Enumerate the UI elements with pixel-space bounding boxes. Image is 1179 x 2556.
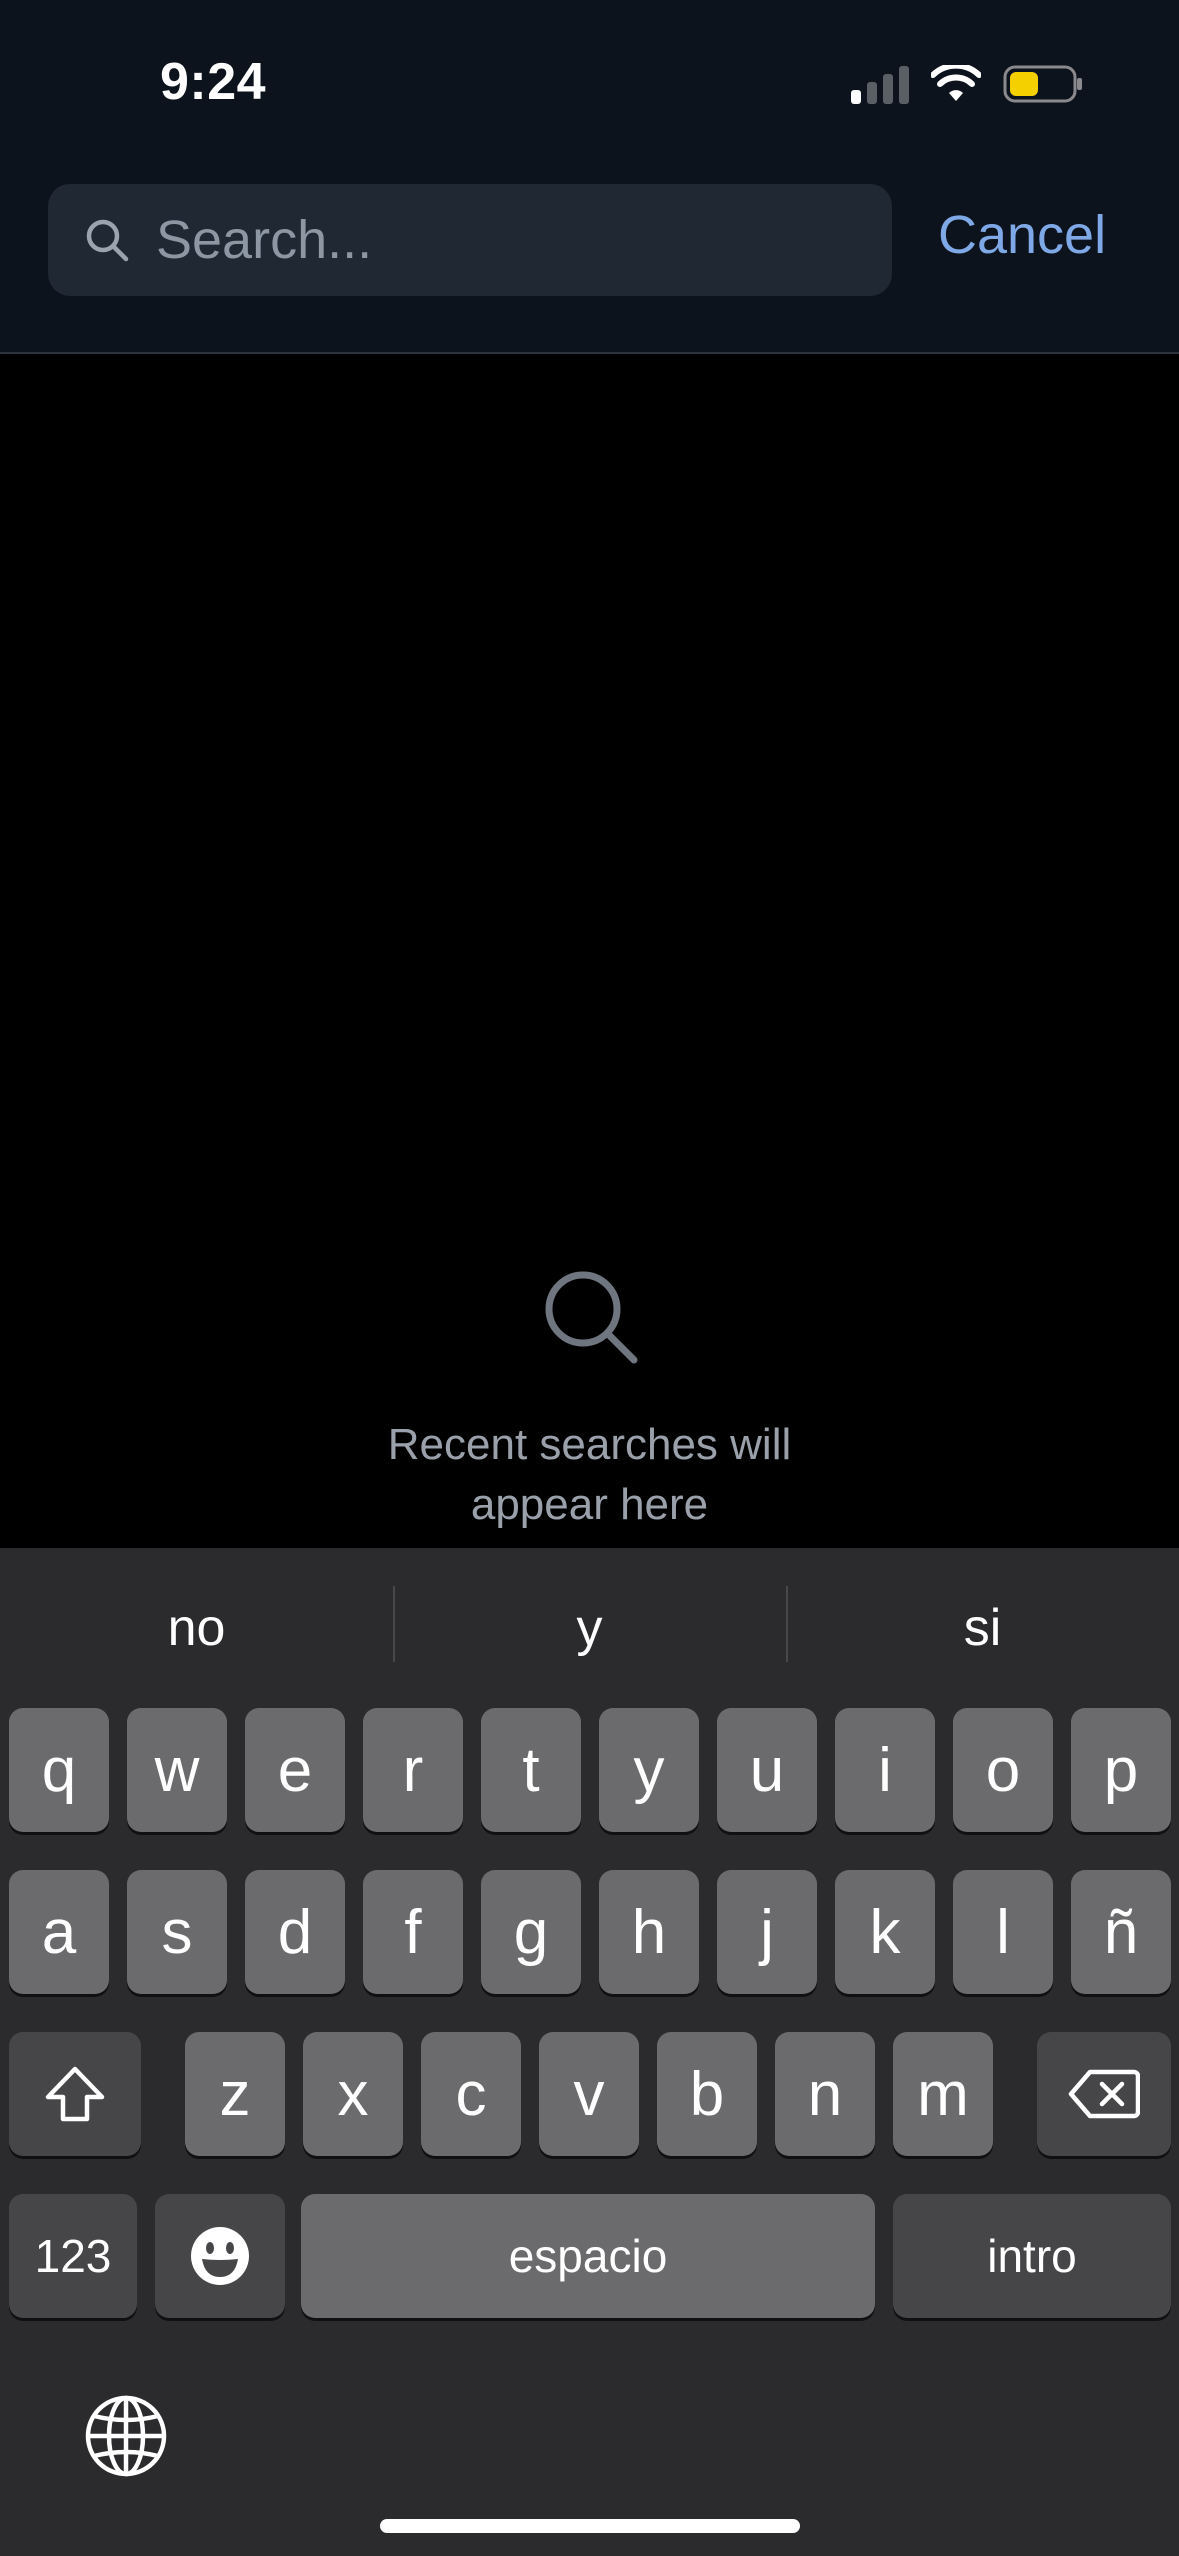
globe-icon[interactable]	[84, 2394, 168, 2478]
key-s[interactable]: s	[127, 1870, 227, 1994]
keyboard: no y si q w e r t y u i o p a s d f g h …	[0, 1548, 1179, 2556]
key-r[interactable]: r	[363, 1708, 463, 1832]
key-w[interactable]: w	[127, 1708, 227, 1832]
suggestion-bar: no y si	[0, 1548, 1179, 1708]
backspace-icon	[1068, 2069, 1140, 2119]
key-c[interactable]: c	[421, 2032, 521, 2156]
emoji-icon	[191, 2227, 249, 2285]
key-p[interactable]: p	[1071, 1708, 1171, 1832]
numbers-key[interactable]: 123	[9, 2194, 137, 2318]
key-q[interactable]: q	[9, 1708, 109, 1832]
search-header: 9:24 Search... Cancel	[0, 0, 1179, 354]
cellular-signal-icon	[851, 64, 909, 104]
empty-state-message: Recent searches will appear here	[387, 1420, 792, 1529]
key-a[interactable]: a	[9, 1870, 109, 1994]
key-y[interactable]: y	[599, 1708, 699, 1832]
home-indicator[interactable]	[380, 2519, 800, 2533]
space-key[interactable]: espacio	[301, 2194, 875, 2318]
key-d[interactable]: d	[245, 1870, 345, 1994]
shift-key[interactable]	[9, 2032, 141, 2156]
key-u[interactable]: u	[717, 1708, 817, 1832]
empty-state: Recent searches will appear here	[0, 1266, 1179, 1535]
key-h[interactable]: h	[599, 1870, 699, 1994]
key-i[interactable]: i	[835, 1708, 935, 1832]
search-icon	[545, 1271, 637, 1364]
key-n-tilde[interactable]: ñ	[1071, 1870, 1171, 1994]
return-key[interactable]: intro	[893, 2194, 1171, 2318]
key-n[interactable]: n	[775, 2032, 875, 2156]
shift-icon	[45, 2066, 105, 2122]
search-screen: 9:24 Search... Cancel Recent searches wi…	[0, 0, 1179, 2556]
suggestion-item[interactable]: y	[393, 1548, 786, 1708]
emoji-key[interactable]	[155, 2194, 285, 2318]
cancel-button[interactable]: Cancel	[938, 204, 1106, 266]
battery-icon	[1003, 65, 1082, 103]
suggestion-item[interactable]: no	[0, 1548, 393, 1708]
key-v[interactable]: v	[539, 2032, 639, 2156]
status-icons	[851, 64, 1083, 104]
key-z[interactable]: z	[185, 2032, 285, 2156]
status-time: 9:24	[160, 53, 267, 111]
key-j[interactable]: j	[717, 1870, 817, 1994]
key-t[interactable]: t	[481, 1708, 581, 1832]
key-f[interactable]: f	[363, 1870, 463, 1994]
search-field[interactable]	[48, 184, 892, 296]
key-m[interactable]: m	[893, 2032, 993, 2156]
key-b[interactable]: b	[657, 2032, 757, 2156]
key-g[interactable]: g	[481, 1870, 581, 1994]
key-e[interactable]: e	[245, 1708, 345, 1832]
key-k[interactable]: k	[835, 1870, 935, 1994]
backspace-key[interactable]	[1037, 2032, 1171, 2156]
key-x[interactable]: x	[303, 2032, 403, 2156]
suggestion-item[interactable]: si	[786, 1548, 1179, 1708]
search-input[interactable]	[156, 184, 892, 296]
search-icon	[86, 219, 129, 262]
wifi-icon	[931, 65, 981, 101]
key-l[interactable]: l	[953, 1870, 1053, 1994]
key-o[interactable]: o	[953, 1708, 1053, 1832]
